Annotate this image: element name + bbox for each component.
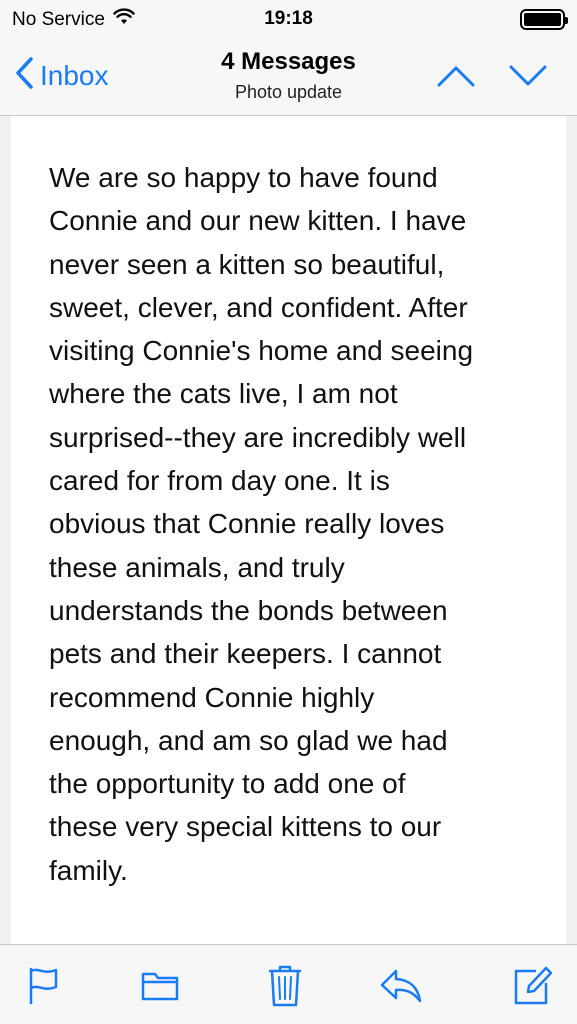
reply-icon (378, 969, 422, 1011)
message-scroll-area[interactable]: We are so happy to have found Connie and… (0, 116, 577, 944)
chevron-up-icon (434, 66, 478, 98)
status-time: 19:18 (264, 8, 313, 29)
message-body: We are so happy to have found Connie and… (49, 162, 474, 886)
thread-subject: Photo update (234, 82, 343, 102)
status-bar: No Service 19:18 (0, 0, 577, 38)
previous-message-button[interactable] (434, 58, 478, 94)
compose-button[interactable] (510, 963, 554, 1007)
bottom-toolbar (0, 944, 577, 1024)
move-to-folder-button[interactable] (138, 963, 182, 1007)
next-message-button[interactable] (506, 58, 550, 94)
trash-icon (263, 965, 307, 1011)
chevron-down-icon (506, 65, 550, 98)
message-count-title: 4 Messages (221, 48, 356, 75)
delete-button[interactable] (263, 963, 307, 1007)
reply-button[interactable] (378, 963, 422, 1007)
navigation-bar: Inbox 4 Messages Photo update (0, 38, 577, 116)
compose-icon (510, 966, 554, 1011)
flag-icon (22, 967, 66, 1011)
folder-icon (138, 972, 182, 1011)
message-card: We are so happy to have found Connie and… (11, 116, 566, 944)
flag-button[interactable] (22, 963, 66, 1007)
battery-icon (520, 9, 568, 30)
